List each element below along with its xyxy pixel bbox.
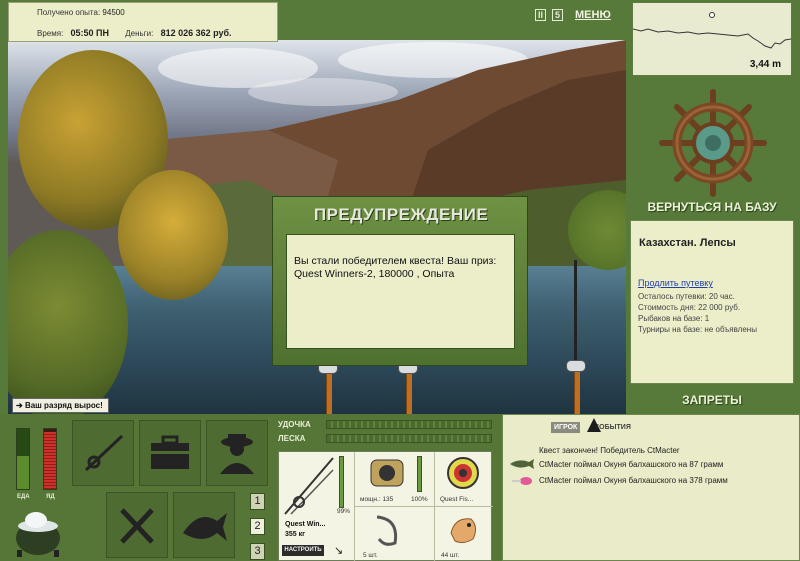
fishing-rod-3-blank <box>574 260 577 370</box>
warning-dialog: ПРЕДУПРЕЖДЕНИЕ Вы стали победителем квес… <box>272 196 528 366</box>
slot-2-button[interactable]: 2 <box>250 518 265 535</box>
rod-wear-bar <box>339 456 344 508</box>
hook-count: 5 шт. <box>363 552 378 559</box>
hook-item-icon <box>376 515 398 546</box>
event-item: CtMacter поймал Окуня балхашского на 87 … <box>539 460 724 469</box>
dialog-title: ПРЕДУПРЕЖДЕНИЕ <box>313 205 489 224</box>
knife-fork-icon <box>120 508 154 544</box>
depth-value: 3,44 m <box>749 59 781 70</box>
autumn-tree <box>118 170 228 300</box>
food-gauge-fill <box>17 456 29 489</box>
sound-icon[interactable]: 5 <box>552 9 563 21</box>
pass-remaining: Осталось путевки: 20 час. <box>638 292 735 301</box>
setup-rod-button[interactable]: НАСТРОИТЬ <box>282 545 324 556</box>
ship-wheel-icon[interactable] <box>658 88 768 198</box>
money-label: Деньги: <box>125 29 154 38</box>
hook-slot[interactable]: 5 шт. <box>355 507 435 561</box>
line-strength-bar <box>326 434 492 443</box>
shrimp-bait-icon <box>450 518 477 544</box>
depth-map: 3,44 m <box>632 2 792 76</box>
rod-strength-bar <box>326 420 492 429</box>
experience-row: Получено опыта: 94500 <box>37 8 125 17</box>
tab-player[interactable]: ИГРОК <box>551 421 581 433</box>
tab-arrow-icon <box>587 418 601 432</box>
reel-slot[interactable]: мощн.: 135 100% <box>355 452 435 507</box>
fish-tile[interactable] <box>173 492 235 558</box>
location-panel: Казахстан. Лепсы Продлить путевку Остало… <box>630 220 794 384</box>
fish-icon <box>183 513 227 541</box>
tackle-box-tile[interactable] <box>139 420 201 486</box>
reel-wear-bar <box>417 456 422 492</box>
food-label: ЕДА <box>17 494 30 500</box>
time-value: 05:50 ПН <box>70 28 110 38</box>
rods-tile[interactable] <box>72 420 134 486</box>
rod-item-icon <box>284 457 334 515</box>
poison-gauge <box>43 428 57 490</box>
game-window: Получено опыта: 94500 Время: 05:50 ПН Де… <box>0 0 800 561</box>
reel-power: мощн.: 135 <box>360 496 394 503</box>
location-title: Казахстан. Лепсы <box>639 237 736 249</box>
rod-label: УДОЧКА <box>278 420 311 429</box>
experience-value: 94500 <box>102 8 125 17</box>
rank-up-toast[interactable]: ➔ Ваш разряд вырос! <box>12 398 109 413</box>
reel-percent: 100% <box>411 496 428 503</box>
cast-arrow-icon[interactable]: ↘ <box>334 544 343 557</box>
poison-label: ЯД <box>46 494 55 500</box>
food-gauge <box>16 428 30 490</box>
slot-3-button[interactable]: 3 <box>250 543 265 560</box>
lure-event-icon <box>512 477 532 485</box>
line-label: ЛЕСКА <box>278 434 306 443</box>
rank-up-text: Ваш разряд вырос! <box>24 401 103 410</box>
top-toolbar: II 5 МЕНЮ <box>535 4 611 26</box>
bait-slot[interactable]: 44 шт. <box>435 507 493 561</box>
bait-count: 44 шт. <box>441 552 460 559</box>
player-info-box: Получено опыта: 94500 Время: 05:50 ПН Де… <box>8 2 278 42</box>
fishing-rod-2[interactable] <box>406 370 412 414</box>
return-to-base-button[interactable]: ВЕРНУТЬСЯ НА БАЗУ <box>630 196 794 218</box>
poison-gauge-fill <box>44 432 56 489</box>
rod-icon <box>84 434 124 472</box>
food-pot-icon[interactable] <box>12 506 64 558</box>
reel-3[interactable] <box>566 360 586 372</box>
lure-slot[interactable]: Quest Fis... <box>435 452 493 507</box>
reel-item-icon <box>370 459 404 487</box>
fisherman-icon <box>220 434 254 474</box>
arrow-right-icon: ➔ <box>16 401 23 410</box>
extend-pass-link[interactable]: Продлить путевку <box>638 278 713 288</box>
time-money-row: Время: 05:50 ПН Деньги: 812 026 362 руб. <box>37 28 277 38</box>
time-label: Время: <box>37 29 64 38</box>
fishing-rod-3[interactable] <box>574 370 580 414</box>
tournaments-status: Турниры на базе: не объявлены <box>638 325 757 334</box>
event-item: Квест закончен! Победитель CtMacter <box>539 446 680 455</box>
lure-name: Quest Fis... <box>440 496 474 503</box>
menu-button[interactable]: МЕНЮ <box>575 9 611 21</box>
fishers-count: Рыбаков на базе: 1 <box>638 314 710 323</box>
day-cost: Стоимость дня: 22 000 руб. <box>638 303 741 312</box>
tackle-box-icon <box>151 435 189 469</box>
food-tile[interactable] <box>106 492 168 558</box>
events-panel: ИГРОК СОБЫТИЯ Квест закончен! Победитель… <box>502 414 800 561</box>
pause-icon[interactable]: II <box>535 9 546 21</box>
fisherman-tile[interactable] <box>206 420 268 486</box>
rod-weight: 355 кг <box>285 531 306 538</box>
event-item: CtMacter поймал Окуня балхашского на 378… <box>539 476 728 485</box>
experience-label: Получено опыта: <box>37 8 101 17</box>
rod-percent: 99% <box>337 508 351 515</box>
bans-button[interactable]: ЗАПРЕТЫ <box>630 389 794 411</box>
rod-name: Quest Win... <box>285 521 326 528</box>
fishing-rod-1[interactable] <box>326 370 332 414</box>
slot-1-button[interactable]: 1 <box>250 493 265 510</box>
dialog-message: Вы стали победителем квеста! Ваш приз: Q… <box>286 234 515 349</box>
lure-item-icon <box>447 457 479 489</box>
float-marker-icon <box>709 12 715 18</box>
fish-event-icon <box>510 459 534 469</box>
money-value: 812 026 362 руб. <box>160 28 232 38</box>
